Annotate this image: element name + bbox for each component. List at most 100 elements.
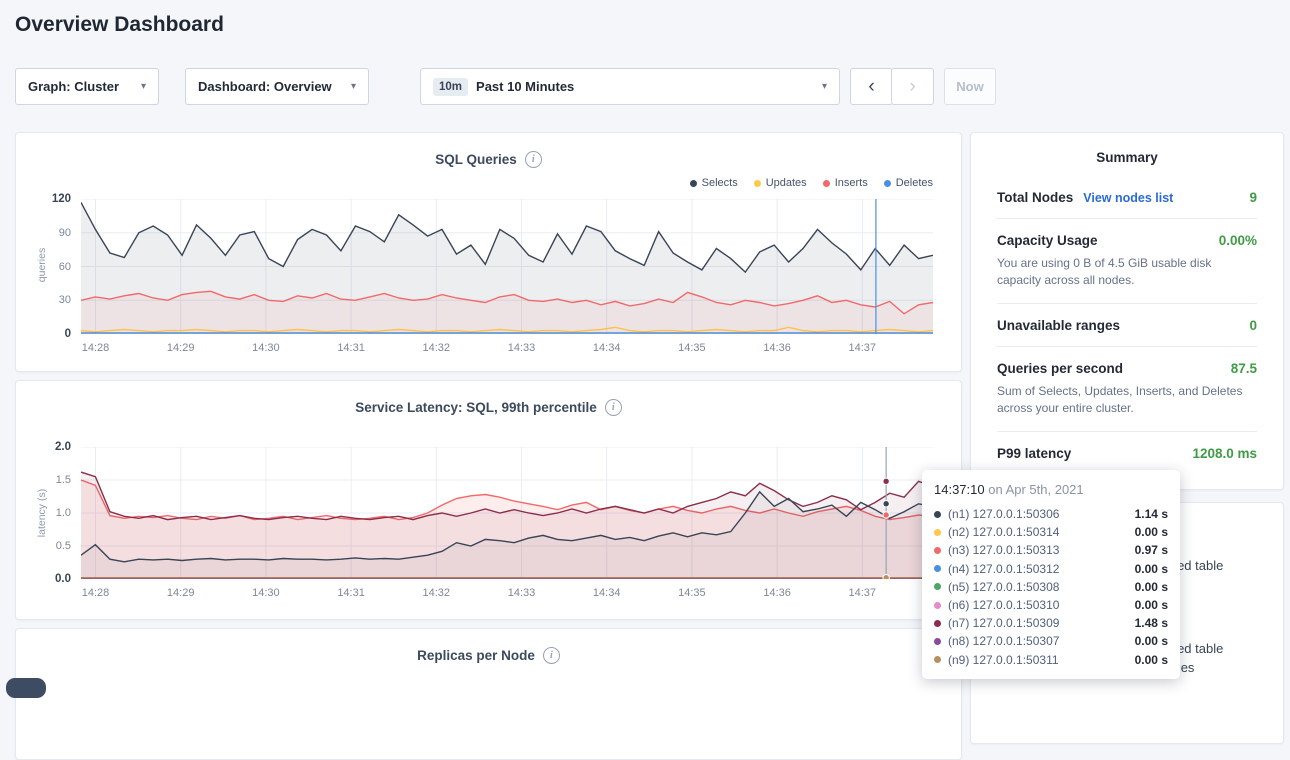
series-dot-icon [934,656,941,663]
replicas-chart-card: Replicas per Node i [15,628,962,760]
tooltip-row: (n4) 127.0.0.1:50312 0.00 s [934,560,1168,578]
graph-label: Graph: [28,79,71,94]
dashboard-value: Overview [274,79,332,94]
summary-value: 9 [1249,190,1257,205]
chart-plot[interactable] [81,199,933,334]
tooltip-node-value: 0.00 s [1135,525,1168,539]
x-tick-label: 14:32 [414,587,458,599]
tooltip-row: (n9) 127.0.0.1:503110.00 s [934,651,1168,669]
series-dot-icon [934,638,941,645]
chart-title-row: Service Latency: SQL, 99th percentile i [16,399,961,416]
summary-title: Summary [971,133,1283,176]
chevron-down-icon: ▾ [822,82,827,92]
x-tick-label: 14:30 [244,587,288,599]
legend-item[interactable]: Inserts [823,177,868,189]
summary-row: Queries per second 87.5 Sum of Selects, Up… [997,347,1257,432]
graph-dropdown[interactable]: Graph: Cluster ▾ [15,68,159,105]
tooltip-row: (n5) 127.0.0.1:50308 0.00 s [934,578,1168,596]
info-icon[interactable]: i [525,151,542,168]
time-next-button: › [891,68,934,105]
tooltip-row: (n7) 127.0.0.1:503091.48 s [934,614,1168,632]
y-tick-label: 0.0 [16,573,71,585]
summary-label: Queries per second [997,361,1123,376]
tooltip-rows: (n1) 127.0.0.1:503061.14 s(n2) 127.0.0.1… [934,505,1168,669]
tooltip-date: on Apr 5th, 2021 [988,482,1083,497]
graph-dropdown-label: Graph: Cluster [28,79,119,94]
legend-label: Deletes [896,177,933,189]
tooltip-timestamp: 14:37:10 on Apr 5th, 2021 [934,482,1168,497]
chart-title: Replicas per Node [417,648,535,663]
x-tick-label: 14:31 [329,342,373,354]
summary-row: Total Nodes View nodes list 9 [997,176,1257,219]
x-tick-label: 14:29 [159,342,203,354]
time-range-dropdown[interactable]: 10m Past 10 Minutes ▾ [420,68,840,105]
chart-title: SQL Queries [435,152,517,167]
info-icon[interactable]: i [543,647,560,664]
y-tick-label: 1.0 [16,507,71,519]
now-button-label: Now [956,79,983,94]
y-tick-label: 2.0 [16,441,71,453]
chart-plot[interactable] [81,447,933,579]
x-tick-label: 14:34 [585,342,629,354]
legend-item[interactable]: Updates [754,177,807,189]
y-tick-label: 60 [16,261,71,273]
legend-label: Updates [766,177,807,189]
dashboard-dropdown-label: Dashboard: Overview [198,79,332,94]
info-icon[interactable]: i [605,399,622,416]
tooltip-row: (n6) 127.0.0.1:503100.00 s [934,596,1168,614]
tooltip-node-label: (n4) 127.0.0.1:50312 [948,562,1059,576]
series-dot-icon [754,180,761,187]
summary-subtext: Sum of Selects, Updates, Inserts, and De… [997,383,1257,418]
series-dot-icon [934,529,941,536]
y-tick-label: 1.5 [16,474,71,486]
tooltip-node-value: 1.14 s [1135,507,1168,521]
legend-item[interactable]: Selects [690,177,738,189]
chart-hover-tooltip: 14:37:10 on Apr 5th, 2021 (n1) 127.0.0.1… [922,470,1180,679]
x-tick-label: 14:33 [499,587,543,599]
series-dot-icon [934,565,941,572]
sql-queries-chart-card: SQL Queries i Selects Updates Inserts Delet… [15,132,962,372]
summary-value: 87.5 [1231,361,1257,376]
chart-legend: Selects Updates Inserts Deletes [690,177,933,189]
summary-label: Capacity Usage [997,233,1098,248]
summary-label: P99 latency [997,446,1071,461]
y-tick-label: 120 [16,193,71,205]
time-prev-button[interactable]: ‹ [850,68,893,105]
y-tick-label: 0.5 [16,540,71,552]
chart-title-row: SQL Queries i [16,151,961,168]
tooltip-node-value: 0.00 s [1135,580,1168,594]
chart-title-row: Replicas per Node i [16,647,961,664]
tooltip-node-label: (n2) 127.0.0.1:50314 [948,525,1059,539]
summary-label: Unavailable ranges [997,318,1120,333]
summary-label: Total Nodes [997,190,1073,205]
tooltip-node-value: 0.00 s [1135,562,1168,576]
view-nodes-link[interactable]: View nodes list [1083,191,1173,205]
service-latency-chart-area: Service Latency: SQL, 99th percentile i … [16,381,961,619]
tooltip-node-label: (n5) 127.0.0.1:50308 [948,580,1059,594]
x-tick-label: 14:32 [414,342,458,354]
y-tick-label: 90 [16,227,71,239]
now-button: Now [944,68,996,105]
chevron-down-icon: ▾ [351,82,356,92]
series-dot-icon [934,511,941,518]
x-tick-label: 14:29 [159,587,203,599]
x-tick-label: 14:28 [73,587,117,599]
tooltip-node-label: (n7) 127.0.0.1:50309 [948,616,1059,630]
tooltip-node-label: (n6) 127.0.0.1:50310 [948,598,1059,612]
chat-widget[interactable] [6,678,46,698]
legend-item[interactable]: Deletes [884,177,933,189]
x-tick-label: 14:30 [244,342,288,354]
series-dot-icon [934,602,941,609]
tooltip-row: (n1) 127.0.0.1:503061.14 s [934,505,1168,523]
tooltip-row: (n2) 127.0.0.1:50314 0.00 s [934,523,1168,541]
legend-label: Inserts [835,177,868,189]
chevron-right-icon: › [909,76,915,98]
summary-rows: Total Nodes View nodes list 9 Capacity Usag… [997,176,1257,474]
series-dot-icon [934,583,941,590]
chevron-left-icon: ‹ [868,76,874,98]
x-tick-label: 14:34 [585,587,629,599]
x-tick-label: 14:37 [840,587,884,599]
x-tick-label: 14:36 [755,342,799,354]
x-tick-label: 14:33 [499,342,543,354]
dashboard-dropdown[interactable]: Dashboard: Overview ▾ [185,68,369,105]
